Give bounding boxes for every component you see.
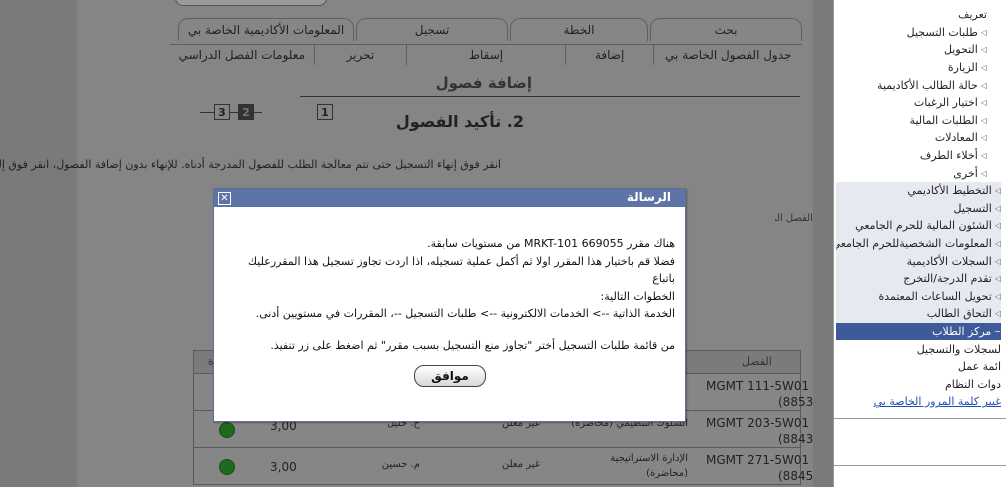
triangle-icon: ◁	[980, 27, 987, 37]
sidebar-section-enrollment[interactable]: ◁ التسجيل	[836, 199, 1001, 218]
course-description: الإدارة الاستراتيجية (محاضرة)	[610, 453, 688, 479]
tab-edit[interactable]: تحرير	[313, 45, 407, 65]
sub-tabs: جدول الفصول الخاصة بي إضافة إسقاط تحرير …	[170, 44, 802, 67]
main-tabs: بحث الخطة تسجيل المعلومات الأكاديمية الخ…	[170, 18, 802, 42]
instruction-text: انقر فوق إنهاء التسجيل حتى تتم معالجة ال…	[0, 158, 501, 171]
triangle-icon: ◁	[994, 186, 1001, 196]
sidebar-student-center[interactable]: − مركز الطلاب	[836, 322, 1001, 341]
triangle-icon: ◁	[994, 239, 1001, 249]
triangle-icon: ◁	[980, 151, 987, 161]
dialog-message: هناك مقرر MRKT-101 669055 من مستويات ساب…	[225, 235, 675, 354]
tab-add[interactable]: إضافة	[564, 45, 654, 65]
sidebar-item-equivalency[interactable]: ◁ المعادلات	[836, 129, 1001, 147]
tab-my-class-schedule[interactable]: جدول الفصول الخاصة بي	[653, 45, 802, 65]
change-password-link[interactable]: غيير كلمة المرور الخاصة بي	[836, 393, 1001, 411]
page-title: إضافة فصول	[435, 74, 532, 92]
tab-my-academics[interactable]: المعلومات الأكاديمية الخاصة بي	[178, 18, 354, 41]
triangle-icon: ◁	[980, 63, 987, 73]
instructor-name: م. حسين	[381, 459, 420, 470]
triangle-icon: ◁	[980, 133, 987, 143]
course-id: MGMT 111-5W01	[706, 379, 810, 393]
table-row: MGMT 271-5W01 (8845) الإدارة الاستراتيجية…	[193, 448, 818, 485]
semester-label: الفصل الدراسي الأول 2014-	[775, 213, 813, 224]
triangle-icon: ◁	[980, 80, 987, 90]
sidebar-section-records[interactable]: ◁ السجلات الأكاديمية	[836, 252, 1001, 270]
course-code: (8845)	[778, 469, 818, 483]
step-indicator: 3 2 1	[200, 103, 333, 121]
course-code: (8843)	[778, 432, 818, 446]
title-divider	[300, 96, 800, 97]
dialog-title: الرسالة	[626, 190, 671, 204]
triangle-icon: ◁	[994, 291, 1001, 301]
sidebar-link-worklist[interactable]: ائمة عمل	[836, 358, 1001, 376]
message-line: الخدمة الذاتية --> الخدمات الالكترونية -…	[255, 307, 675, 320]
status-open-icon	[219, 459, 235, 475]
sidebar-item-preferences[interactable]: ◁ اختيار الرغبات	[836, 94, 1001, 112]
message-line: من قائمة طلبات التسجيل أختر "تجاوز منع ا…	[270, 338, 675, 352]
tab-drop[interactable]: إسقاط	[406, 45, 565, 65]
sidebar-item-financial[interactable]: ◁ الطلبات المالية	[836, 112, 1001, 130]
sidebar-item-clearance[interactable]: ◁ أخلاء الطرف	[836, 147, 1001, 165]
confirm-classes-heading: 2. تأكيد الفصول	[395, 112, 524, 131]
header-class: الفصل	[742, 355, 772, 368]
message-line: فضلا قم باختيار هذا المقرر اولا ثم أكمل …	[248, 254, 675, 286]
sidebar-link-tools[interactable]: دوات النظام	[836, 375, 1001, 393]
triangle-icon: ◁	[980, 45, 987, 55]
course-id: MGMT 271-5W01	[706, 453, 810, 467]
sidebar-item-visit[interactable]: ◁ الزيارة	[836, 59, 1001, 77]
triangle-icon: ◁	[980, 115, 987, 125]
sidebar-footer	[834, 418, 1006, 466]
ok-button[interactable]: موافق	[414, 365, 486, 387]
message-dialog: الرسالة ✕ هناك مقرر MRKT-101 669055 من م…	[213, 188, 686, 422]
course-code: (8853)	[778, 395, 818, 409]
sidebar-link-records[interactable]: لسجلات والتسجيل	[836, 340, 1001, 358]
triangle-icon: ◁	[994, 203, 1001, 213]
sidebar-item-profile[interactable]: تعريف	[836, 6, 1001, 24]
sidebar-section-credits[interactable]: ◁ تحويل الساعات المعتمدة	[836, 287, 1001, 306]
search-field-top[interactable]	[175, 0, 327, 6]
step-2: 2	[238, 104, 254, 120]
message-line: هناك مقرر MRKT-101 669055 من مستويات ساب…	[427, 237, 675, 250]
tab-term-info[interactable]: معلومات الفصل الدراسي	[170, 45, 314, 65]
triangle-icon: ◁	[980, 98, 987, 108]
sidebar-item-requests[interactable]: ◁ طلبات التسجيل	[836, 24, 1001, 42]
step-1: 1	[317, 104, 333, 120]
sidebar-item-other[interactable]: ◁ أخرى	[836, 164, 1001, 182]
units-value: 3,00	[270, 460, 297, 474]
sidebar-section-progress[interactable]: ◁ تقدم الدرجة/التخرج	[836, 269, 1001, 288]
sidebar-item-transfer[interactable]: ◁ التحويل	[836, 41, 1001, 59]
sidebar-item-status[interactable]: ◁ حالة الطالب الأكاديمية	[836, 76, 1001, 94]
triangle-icon: ◁	[994, 274, 1001, 284]
triangle-icon: ◁	[980, 168, 987, 178]
close-icon[interactable]: ✕	[218, 192, 231, 205]
triangle-icon: ◁	[994, 309, 1001, 319]
tab-search[interactable]: بحث	[650, 18, 802, 41]
tab-plan[interactable]: الخطة	[510, 18, 648, 41]
minus-icon: −	[994, 326, 1001, 336]
message-line: الخطوات التالية:	[600, 289, 675, 303]
tab-register[interactable]: تسجيل	[356, 18, 508, 41]
status-text: غير معلن	[501, 459, 540, 470]
sidebar-section-admission[interactable]: ◁ التحاق الطالب	[836, 305, 1001, 323]
sidebar: تعريف ◁ طلبات التسجيل ◁ التحويل ◁ الزيارة ◁…	[833, 0, 1006, 487]
dialog-header: الرسالة ✕	[214, 189, 685, 207]
course-id: MGMT 203-5W01	[706, 416, 810, 430]
status-open-icon	[219, 422, 235, 438]
sidebar-section-personal[interactable]: ◁ المعلومات الشخصيةللحرم الجامعي	[836, 234, 1001, 253]
right-margin	[813, 0, 833, 487]
sidebar-section-planning[interactable]: ◁ التخطيط الأكاديمي	[836, 181, 1001, 200]
step-3: 3	[214, 104, 230, 120]
triangle-icon: ◁	[994, 256, 1001, 266]
sidebar-section-finance[interactable]: ◁ الشئون المالية للحرم الجامعي	[836, 217, 1001, 235]
triangle-icon: ◁	[994, 221, 1001, 231]
